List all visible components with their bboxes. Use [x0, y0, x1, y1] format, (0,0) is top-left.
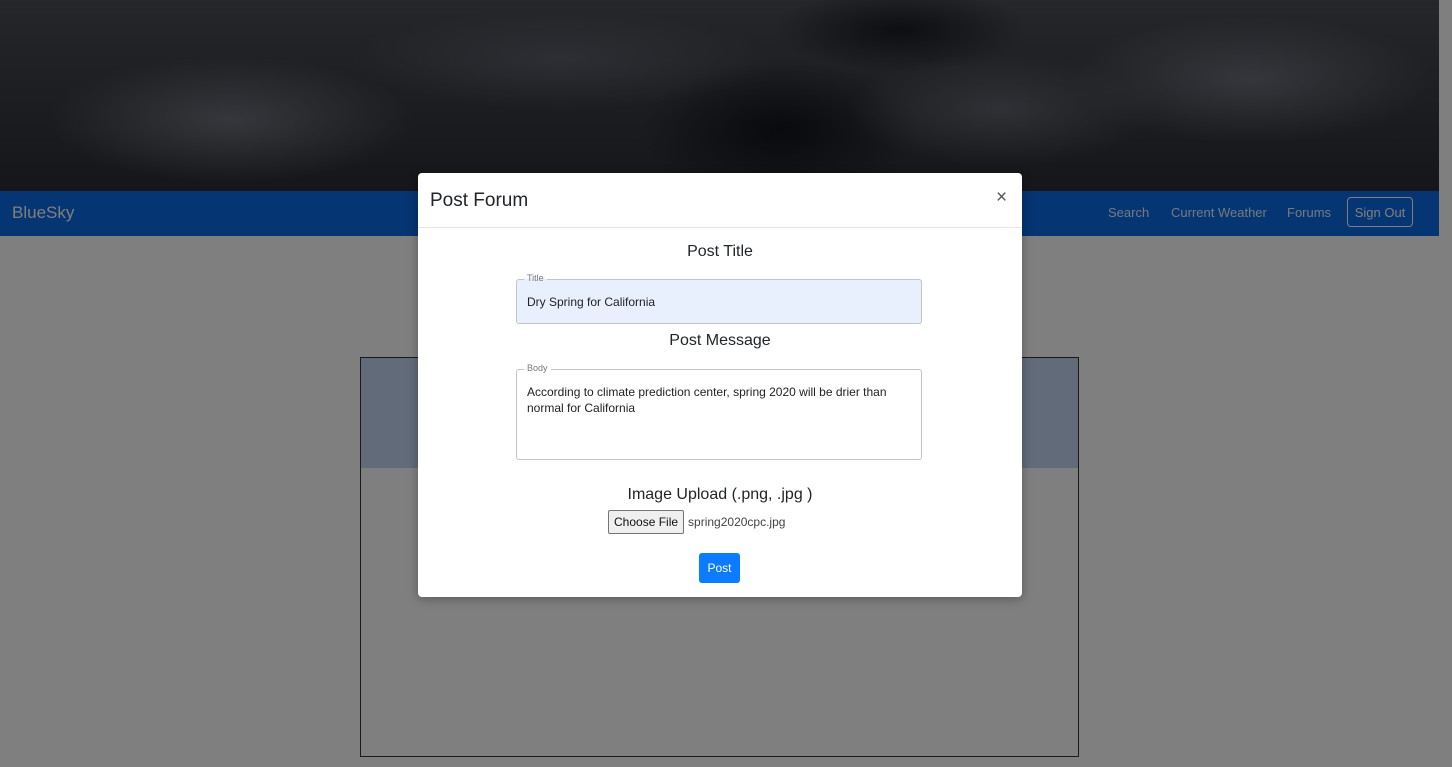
file-upload-row: Choose File spring2020cpc.jpg [608, 510, 785, 534]
modal-header: Post Forum × [418, 173, 1022, 228]
choose-file-button[interactable]: Choose File [608, 510, 685, 534]
post-message-label: Post Message [669, 332, 771, 349]
title-input-value: Dry Spring for California [527, 295, 656, 309]
modal-title: Post Forum [430, 190, 529, 211]
body-field-legend: Body [524, 363, 551, 373]
title-field-legend: Title [524, 273, 547, 283]
body-textarea-value: According to climate prediction center, … [527, 385, 887, 415]
image-upload-label: Image Upload (.png, .jpg ) [627, 486, 813, 503]
close-icon[interactable]: × [996, 187, 1007, 209]
title-input[interactable]: Title Dry Spring for California [516, 273, 922, 324]
post-button[interactable]: Post [699, 553, 740, 583]
selected-file-name: spring2020cpc.jpg [688, 515, 786, 529]
post-forum-modal: Post Forum × Post Title Title Dry Spring… [418, 173, 1022, 597]
post-title-label: Post Title [687, 243, 753, 260]
body-textarea[interactable]: Body According to climate prediction cen… [516, 363, 922, 460]
